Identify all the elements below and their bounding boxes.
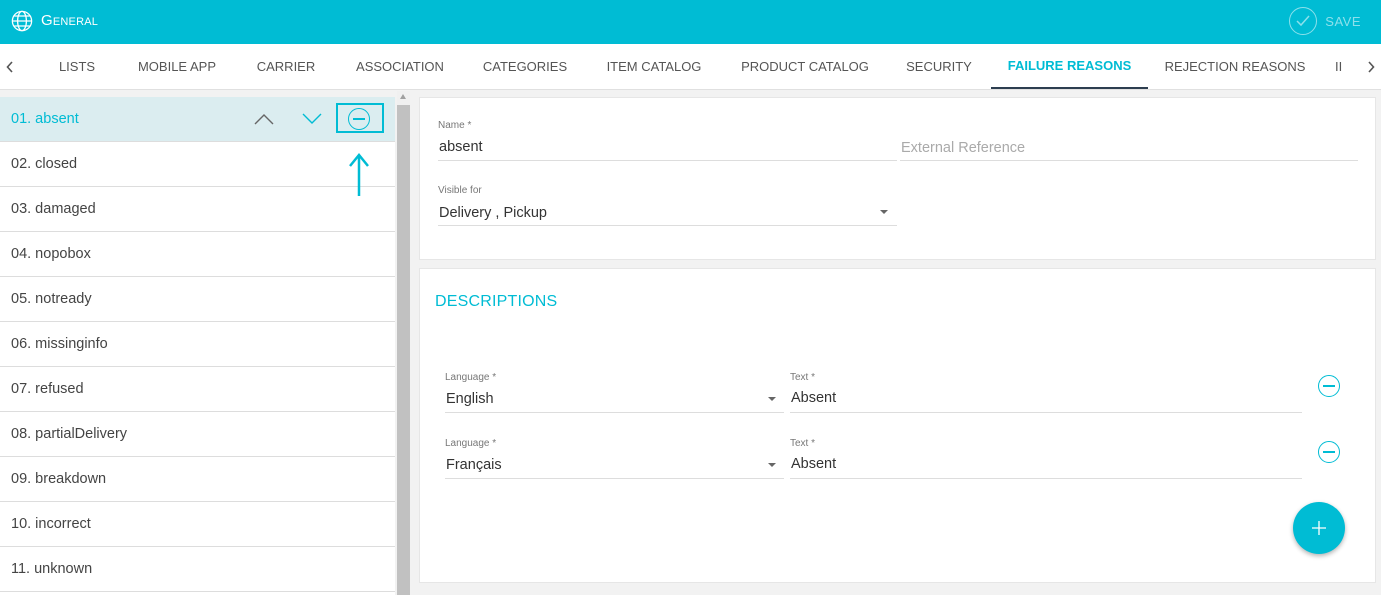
list-item[interactable]: 06. missinginfo	[0, 322, 395, 367]
list-item-label: 02. closed	[11, 156, 78, 172]
chevron-right-icon[interactable]	[1361, 44, 1381, 89]
list-scrollbar[interactable]	[397, 91, 410, 595]
remove-item-button[interactable]	[335, 97, 385, 141]
scroll-up-icon[interactable]	[400, 94, 406, 99]
tab-lists[interactable]: LISTS	[42, 44, 112, 89]
language-underline	[445, 412, 784, 413]
text-label: Text *	[790, 372, 816, 383]
add-description-button[interactable]	[1293, 502, 1345, 554]
plus-icon	[1312, 521, 1326, 535]
list-item-label: 11. unknown	[11, 561, 93, 577]
language-underline	[445, 478, 784, 479]
name-underline	[438, 160, 897, 161]
tab-carrier[interactable]: CARRIER	[244, 44, 328, 89]
dropdown-caret-icon[interactable]	[768, 397, 776, 401]
chevron-up-icon[interactable]	[252, 97, 276, 141]
text-input[interactable]: Absent	[791, 456, 836, 472]
language-label: Language *	[445, 372, 497, 383]
text-underline	[790, 478, 1302, 479]
tab-mobile-app[interactable]: MOBILE APP	[127, 44, 227, 89]
list-item[interactable]: 05. notready	[0, 277, 395, 322]
tab-security[interactable]: SECURITY	[895, 44, 983, 89]
tab-failure-reasons[interactable]: FAILURE REASONS	[991, 44, 1148, 89]
remove-description-button[interactable]	[1318, 441, 1340, 463]
tab-item-catalog[interactable]: ITEM CATALOG	[594, 44, 714, 89]
text-underline	[790, 412, 1302, 413]
globe-icon	[11, 10, 33, 32]
name-input[interactable]: absent	[439, 139, 483, 155]
save-label: SAVE	[1325, 13, 1361, 29]
text-input[interactable]: Absent	[791, 390, 836, 406]
tab-association[interactable]: ASSOCIATION	[344, 44, 456, 89]
chevron-down-icon[interactable]	[300, 97, 324, 141]
visible-for-underline	[438, 225, 897, 226]
external-reference-input[interactable]: External Reference	[901, 140, 1025, 156]
descriptions-title: DESCRIPTIONS	[435, 293, 558, 310]
save-button[interactable]: SAVE	[1289, 7, 1361, 35]
list-item[interactable]: 02. closed	[0, 142, 395, 187]
list-item-label: 08. partialDelivery	[11, 426, 128, 442]
dropdown-caret-icon[interactable]	[880, 210, 888, 214]
list-item-label: 04. nopobox	[11, 246, 91, 262]
descriptions-card: DESCRIPTIONS Language * English Text * A…	[419, 268, 1376, 583]
tab-overflow[interactable]: II	[1335, 44, 1359, 89]
language-select[interactable]: Français	[446, 457, 502, 473]
list-item-label: 01. absent	[11, 111, 79, 127]
text-label: Text *	[790, 438, 816, 449]
list-item-label: 07. refused	[11, 381, 84, 397]
general-info-card: Name * absent External Reference Visible…	[419, 97, 1376, 260]
minus-circle-icon	[348, 108, 370, 130]
list-item-label: 09. breakdown	[11, 471, 107, 487]
list-item[interactable]: 11. unknown	[0, 547, 395, 592]
list-item[interactable]: 04. nopobox	[0, 232, 395, 277]
tab-rejection-reasons[interactable]: REJECTION REASONS	[1158, 44, 1312, 89]
visible-for-select[interactable]: Delivery , Pickup	[439, 205, 547, 221]
tab-categories[interactable]: CATEGORIES	[472, 44, 578, 89]
language-label: Language *	[445, 438, 497, 449]
list-item-label: 03. damaged	[11, 201, 96, 217]
top-bar: General SAVE	[0, 0, 1381, 44]
list-item[interactable]: 07. refused	[0, 367, 395, 412]
list-item[interactable]: 08. partialDelivery	[0, 412, 395, 457]
external-reference-underline	[900, 160, 1358, 161]
list-item[interactable]: 01. absent	[0, 97, 395, 142]
app-title: General	[41, 12, 99, 29]
list-item-label: 05. notready	[11, 291, 92, 307]
list-item[interactable]: 09. breakdown	[0, 457, 395, 502]
visible-for-label: Visible for	[438, 185, 482, 196]
name-label: Name *	[438, 120, 472, 131]
tab-bar: LISTS MOBILE APP CARRIER ASSOCIATION CAT…	[0, 44, 1381, 90]
reasons-list: 01. absent 02. closed 03. damaged 04. no…	[0, 97, 395, 595]
tab-product-catalog[interactable]: PRODUCT CATALOG	[731, 44, 879, 89]
list-item-label: 06. missinginfo	[11, 336, 108, 352]
dropdown-caret-icon[interactable]	[768, 463, 776, 467]
list-item-label: 10. incorrect	[11, 516, 91, 532]
list-item[interactable]: 10. incorrect	[0, 502, 395, 547]
check-icon	[1289, 7, 1318, 35]
scroll-thumb[interactable]	[397, 105, 410, 595]
list-item[interactable]: 03. damaged	[0, 187, 395, 232]
language-select[interactable]: English	[446, 391, 494, 407]
arrow-up-icon	[349, 153, 369, 196]
chevron-left-icon[interactable]	[0, 44, 20, 89]
remove-description-button[interactable]	[1318, 375, 1340, 397]
